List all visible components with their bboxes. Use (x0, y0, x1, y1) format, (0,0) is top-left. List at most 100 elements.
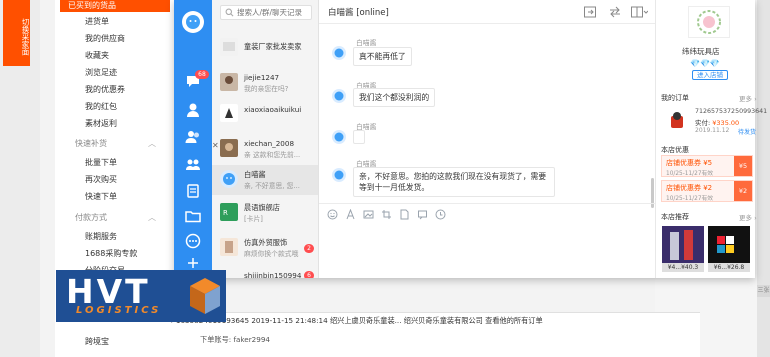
contact-item[interactable]: jiejie1247 我的亲您在吗? (212, 68, 318, 98)
shop-logo[interactable] (688, 6, 730, 38)
contact-name: 童装厂家批发卖家 (244, 42, 302, 51)
quick-reply-icon[interactable] (417, 209, 428, 220)
menu-item[interactable]: 跨境宝 (85, 336, 109, 347)
contact-name: 仿真外贸服饰 (244, 238, 288, 247)
contact-last-message: 亲, 不好意思, 您... (244, 182, 300, 190)
search-box (220, 5, 312, 20)
contact-item-active[interactable]: 白喵酱 亲, 不好意思, 您... (212, 165, 318, 195)
menu-item[interactable]: 我的供应商 (85, 33, 125, 44)
menu-section-quick: 快速补货 (75, 139, 107, 148)
shop-name: 纬纬玩具店 (682, 47, 720, 56)
menu-item[interactable]: 1688采购专款 (85, 248, 137, 259)
order-id[interactable]: 712657537250993641 (695, 108, 767, 115)
contact-item[interactable]: xiechan_2008 亲 这款和您先前... (212, 134, 318, 164)
contact-avatar (220, 38, 238, 56)
export-icon[interactable] (583, 5, 597, 19)
sender-avatar (332, 168, 346, 182)
more-icon[interactable] (184, 232, 202, 250)
unread-badge: 6 (304, 271, 314, 278)
contact-item[interactable]: 仿真外贸服饰 麻烦你换个款式哦 2 (212, 233, 318, 263)
menu-item[interactable]: 账期服务 (85, 231, 117, 242)
more-label: 更多 (739, 95, 752, 103)
search-input[interactable] (237, 6, 309, 19)
order-paid: 实付: ¥335.00 (695, 117, 739, 127)
contact-item[interactable]: xiaoxiaoaikuikui (212, 99, 318, 129)
transfer-icon[interactable] (608, 5, 622, 19)
menu-item[interactable]: 我的红包 (85, 101, 117, 112)
menu-item[interactable]: 我的优惠券 (85, 84, 125, 95)
contact-item[interactable]: shijinbin150994 6 (212, 266, 318, 278)
menu-item-purchased[interactable]: 已买到的货品 (60, 0, 170, 12)
chat-title: 白喵酱 [online] (328, 8, 389, 18)
emoji-icon[interactable] (327, 209, 338, 220)
message-bubble: 我们这个都没利润的 (353, 88, 436, 107)
menu-item[interactable]: 快速下单 (85, 191, 117, 202)
user-avatar[interactable] (182, 11, 204, 33)
coupon-date: 10/25-11/27有效 (666, 171, 714, 177)
sender-avatar (332, 46, 346, 60)
chevron-up-icon[interactable]: ︿ (148, 138, 156, 149)
menu-item[interactable]: 再次购买 (85, 174, 117, 185)
coupon-card[interactable]: 店铺优惠券 ¥2 10/25-11/27有效 ¥2 (661, 180, 753, 202)
message-bubble: 亲，不好意思。您拍的这款我们现在没有现货了，需要等到十一月低发货。 (353, 167, 555, 197)
paid-label: 实付: (695, 119, 711, 127)
order-product-image[interactable] (664, 110, 690, 134)
contact-name: shijinbin150994 (244, 271, 302, 278)
enter-shop-button[interactable]: 进入店铺 (692, 70, 728, 80)
coupon-date: 10/25-11/27有效 (666, 196, 714, 202)
divider (319, 203, 655, 204)
contact-last-message: 亲 这款和您先前... (244, 151, 301, 159)
coupon-name: 店铺优惠券 ¥5 (666, 159, 713, 167)
contact-avatar: R (220, 203, 238, 221)
coupons-title: 本店优惠 (661, 146, 689, 154)
menu-item[interactable]: 浏览足迹 (85, 67, 117, 78)
coupon-value: ¥5 (734, 156, 752, 176)
contact-avatar (220, 73, 238, 91)
contact-name: 晨语旗舰店 (244, 203, 280, 212)
menu-item[interactable]: 进货单 (85, 16, 109, 27)
logo-subtitle: LOGISTICS (76, 305, 162, 316)
coupon-card[interactable]: 店铺优惠券 ¥5 10/25-11/27有效 ¥5 (661, 155, 753, 177)
menu-item[interactable]: 批量下单 (85, 157, 117, 168)
sender-avatar (332, 89, 346, 103)
shop-rating-diamonds: 💎💎💎 (690, 59, 720, 68)
contact-last-message: 我的亲您在吗? (244, 85, 289, 93)
order-status: 待发货 (738, 129, 757, 136)
product-card[interactable]: ¥6...¥26.8 (708, 226, 750, 272)
image-icon[interactable] (363, 209, 374, 220)
switch-tab[interactable]: 切换采家面 (3, 0, 30, 66)
sender-avatar (332, 130, 346, 144)
orders-title: 我的订单 (661, 94, 689, 102)
unread-badge: 2 (304, 244, 314, 253)
logo-cube-icon (188, 276, 222, 316)
right-bar-tag[interactable]: 三张 (757, 285, 770, 297)
group-icon[interactable] (184, 128, 202, 146)
order-date: 2019.11.12 (695, 127, 730, 134)
contact-item[interactable]: R 晨语旗舰店 [卡片] (212, 198, 318, 228)
notes-icon[interactable] (184, 182, 202, 200)
menu-item[interactable]: 收藏夹 (85, 50, 109, 61)
window-layout-icon[interactable] (630, 5, 648, 19)
menu-item[interactable]: 素材返利 (85, 118, 117, 129)
divider (319, 23, 655, 24)
contact-last-message: [卡片] (244, 215, 263, 223)
contact-item[interactable]: 童装厂家批发卖家 (212, 33, 318, 63)
contact-name: 白喵酱 (244, 170, 266, 179)
screenshot-icon[interactable] (381, 209, 392, 220)
file-icon[interactable] (399, 209, 410, 220)
message-bubble (353, 130, 365, 144)
unread-badge: 68 (195, 70, 209, 79)
coupon-value: ¥2 (734, 181, 752, 201)
history-icon[interactable] (435, 209, 446, 220)
contact-name: xiaoxiaoaikuikui (244, 105, 302, 114)
team-icon[interactable] (184, 155, 202, 173)
orders-more-link[interactable]: 更多 › (739, 93, 757, 103)
folder-icon[interactable] (184, 207, 202, 225)
product-price: ¥4...¥40.3 (662, 263, 704, 272)
product-card[interactable]: ¥4...¥40.3 (662, 226, 704, 272)
recommend-more-link[interactable]: 更多 › (739, 212, 757, 222)
contact-avatar (220, 139, 238, 157)
contact-icon[interactable] (184, 101, 202, 119)
font-icon[interactable] (345, 209, 356, 220)
chevron-up-icon[interactable]: ︿ (148, 212, 156, 223)
